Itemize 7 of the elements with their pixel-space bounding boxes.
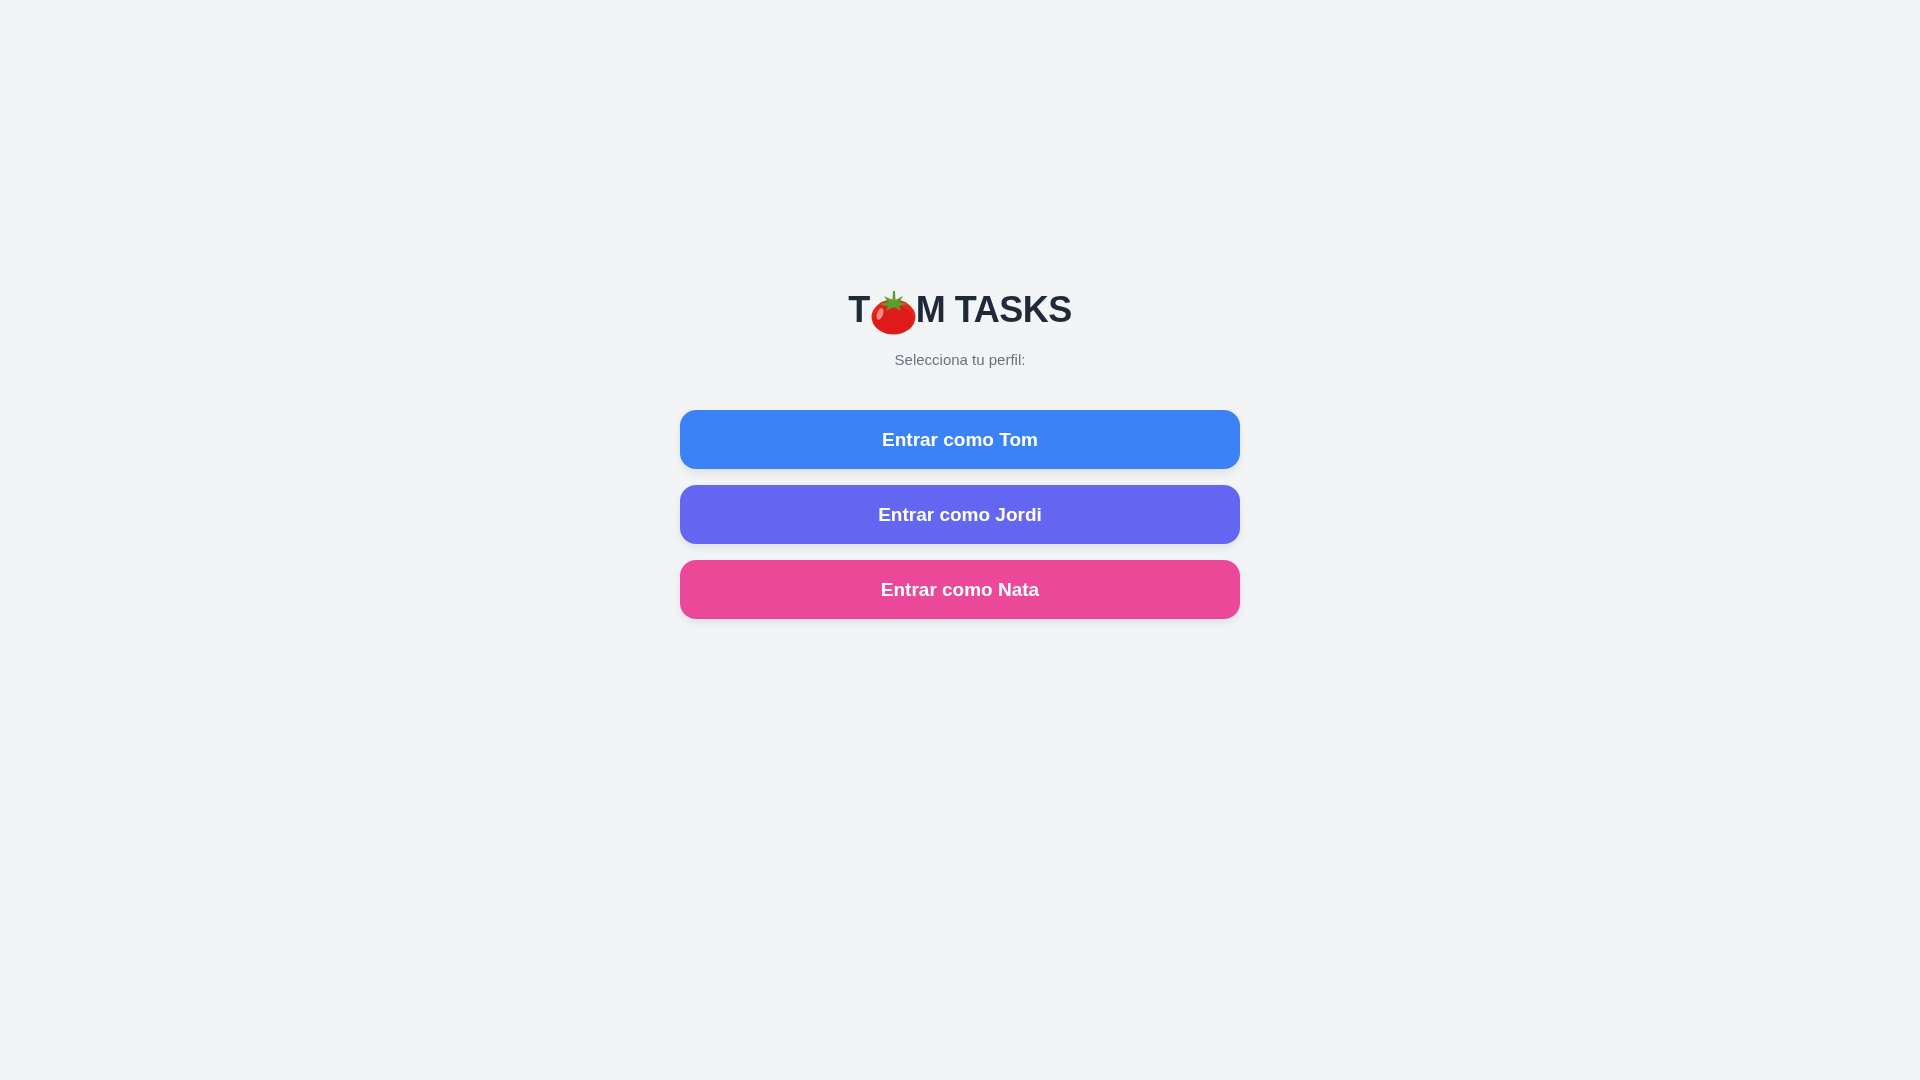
profile-button[interactable]: Entrar como Jordi bbox=[680, 485, 1240, 544]
title-text: T bbox=[848, 288, 870, 332]
tomato-icon bbox=[870, 291, 916, 335]
subtitle-text: Selecciona tu perfil: bbox=[894, 350, 1026, 370]
profile-button[interactable]: Entrar como Nata bbox=[680, 560, 1240, 619]
profile-button[interactable]: Entrar como Tom bbox=[680, 410, 1240, 469]
title-text: M TASKS bbox=[915, 288, 1072, 332]
